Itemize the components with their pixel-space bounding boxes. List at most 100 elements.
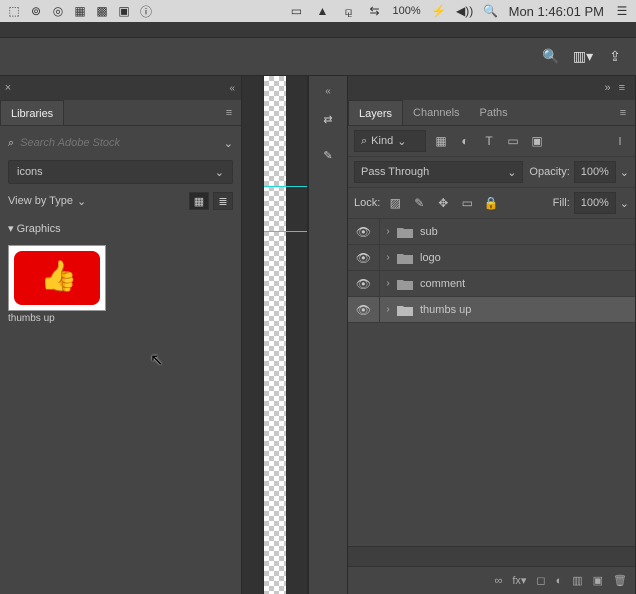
airplay-icon[interactable]: ▲ (314, 3, 330, 19)
filter-toggle-icon[interactable]: ⏽ (611, 132, 629, 150)
lock-transparency-icon[interactable]: ▨ (386, 194, 404, 212)
chevron-down-icon[interactable]: ⌄ (224, 137, 233, 150)
layer-row[interactable]: 👁 › thumbs up (348, 297, 635, 323)
library-selector[interactable]: icons ⌄ (8, 160, 233, 184)
link-layers-icon[interactable]: ∞ (495, 575, 503, 587)
expand-icon[interactable]: › (380, 252, 396, 263)
macos-menubar: ⬚ ⊚ ◎ ▦ ▩ ▣ ⓘ ▭ ▲ ⚼ ⇆ 100% ⚡ ◀)) 🔍 Mon 1… (0, 0, 636, 22)
layers-panel: » ≡ Layers Channels Paths ≡ ⌕ Kind ⌄ ▦ ◐… (348, 76, 636, 594)
search-icon: ⌕ (8, 137, 14, 150)
fill-label: Fill: (553, 197, 570, 209)
lock-artboard-icon[interactable]: ▭ (458, 194, 476, 212)
panel-menu-icon[interactable]: ≡ (217, 100, 241, 125)
filter-shape-icon[interactable]: ▭ (504, 132, 522, 150)
layers-footer: ∞ fx▾ ◻ ◐ ▥ ▣ 🗑 (348, 566, 635, 594)
channels-tab[interactable]: Channels (403, 100, 469, 125)
add-mask-icon[interactable]: ◻ (536, 574, 545, 587)
collapse-panel-icon[interactable]: « (229, 83, 235, 94)
layer-list: 👁 › sub 👁 › logo 👁 › comment 👁 › (348, 219, 635, 546)
chevron-down-icon: ⌄ (507, 166, 516, 179)
panel-menu-icon[interactable]: ≡ (611, 100, 635, 125)
filter-kind-select[interactable]: ⌕ Kind ⌄ (354, 130, 426, 152)
dropbox-icon[interactable]: ⬚ (6, 3, 22, 19)
lock-all-icon[interactable]: 🔒 (482, 194, 500, 212)
search-icon[interactable]: 🔍 (540, 46, 562, 68)
libraries-search-input[interactable] (20, 137, 218, 149)
info-icon[interactable]: ⓘ (138, 3, 154, 19)
libraries-tab[interactable]: Libraries (0, 100, 64, 125)
app-icon-2[interactable]: ▩ (94, 3, 110, 19)
blend-mode-select[interactable]: Pass Through ⌄ (354, 161, 523, 183)
doc-arrange-icon[interactable]: ▥▾ (572, 46, 594, 68)
libraries-panel: × « Libraries ≡ ⌕ ⌄ icons ⌄ View by Type… (0, 76, 242, 594)
adjustment-tool-icon[interactable]: ⇄ (313, 105, 343, 133)
trash-icon[interactable]: 🗑 (613, 574, 627, 587)
filter-pixel-icon[interactable]: ▦ (432, 132, 450, 150)
share-icon[interactable]: ⇪ (604, 46, 626, 68)
list-view-button[interactable]: ≣ (213, 192, 233, 210)
folder-icon (396, 251, 414, 265)
notification-center-icon[interactable]: ☰ (614, 3, 630, 19)
chevron-down-icon: ⌄ (77, 195, 86, 208)
layer-name: sub (420, 226, 438, 238)
fill-input[interactable]: 100% (574, 192, 616, 214)
opacity-input[interactable]: 100% (574, 161, 616, 183)
layer-divider (348, 546, 635, 566)
chevron-down-icon[interactable]: ⌄ (620, 197, 629, 210)
opacity-label: Opacity: (529, 166, 569, 178)
clock[interactable]: Mon 1:46:01 PM (509, 4, 604, 19)
spotlight-icon[interactable]: 🔍 (483, 3, 499, 19)
options-bar: 🔍 ▥▾ ⇪ (0, 38, 636, 76)
layers-tab[interactable]: Layers (348, 100, 403, 125)
library-asset[interactable]: thumbs up (8, 245, 106, 324)
expand-icon[interactable]: › (380, 278, 396, 289)
visibility-icon[interactable]: 👁 (348, 271, 380, 297)
lock-pixels-icon[interactable]: ✎ (410, 194, 428, 212)
folder-icon (396, 303, 414, 317)
panel-menu-icon[interactable]: ≡ (619, 82, 625, 94)
layer-row[interactable]: 👁 › comment (348, 271, 635, 297)
visibility-icon[interactable]: 👁 (348, 219, 380, 245)
view-mode-label-wrap[interactable]: View by Type ⌄ (8, 195, 86, 208)
battery-text[interactable]: 100% (392, 5, 420, 17)
layer-name: comment (420, 278, 465, 290)
expand-icon[interactable]: › (380, 304, 396, 315)
filter-adjustment-icon[interactable]: ◐ (456, 132, 474, 150)
grid-view-button[interactable]: ▦ (189, 192, 209, 210)
volume-icon[interactable]: ◀)) (457, 3, 473, 19)
close-panel-icon[interactable]: × (0, 82, 16, 94)
filter-smart-icon[interactable]: ▣ (528, 132, 546, 150)
visibility-icon[interactable]: 👁 (348, 245, 380, 271)
library-selector-label: icons (17, 166, 43, 178)
layer-row[interactable]: 👁 › sub (348, 219, 635, 245)
lock-label: Lock: (354, 197, 380, 209)
new-group-icon[interactable]: ▥ (572, 574, 582, 587)
nvidia-icon[interactable]: ◎ (50, 3, 66, 19)
visibility-icon[interactable]: 👁 (348, 297, 380, 323)
new-layer-icon[interactable]: ▣ (593, 574, 603, 587)
brush-tool-icon[interactable]: ✎ (313, 141, 343, 169)
app-icon[interactable]: ▦ (72, 3, 88, 19)
layer-name: logo (420, 252, 441, 264)
collapse-icon[interactable]: « (325, 86, 331, 97)
bluetooth-icon[interactable]: ⚼ (340, 3, 356, 19)
fx-icon[interactable]: fx▾ (512, 574, 526, 587)
panel-gutter (242, 76, 264, 594)
layer-row[interactable]: 👁 › logo (348, 245, 635, 271)
add-adjustment-icon[interactable]: ◐ (556, 575, 563, 587)
app-chrome-strip (0, 22, 636, 38)
screen-rec-icon[interactable]: ▣ (116, 3, 132, 19)
expand-icon[interactable]: › (380, 226, 396, 237)
chevron-down-icon: ⌄ (397, 135, 406, 148)
display-icon[interactable]: ▭ (288, 3, 304, 19)
view-mode-label: View by Type (8, 195, 73, 207)
chevron-down-icon[interactable]: ⌄ (620, 166, 629, 179)
graphics-section-header[interactable]: ▾ Graphics (8, 218, 233, 239)
wifi-icon[interactable]: ⇆ (366, 3, 382, 19)
collapse-icon[interactable]: » (604, 82, 610, 94)
filter-type-icon[interactable]: T (480, 132, 498, 150)
lock-position-icon[interactable]: ✥ (434, 194, 452, 212)
battery-icon[interactable]: ⚡ (431, 3, 447, 19)
creative-cloud-icon[interactable]: ⊚ (28, 3, 44, 19)
paths-tab[interactable]: Paths (470, 100, 518, 125)
